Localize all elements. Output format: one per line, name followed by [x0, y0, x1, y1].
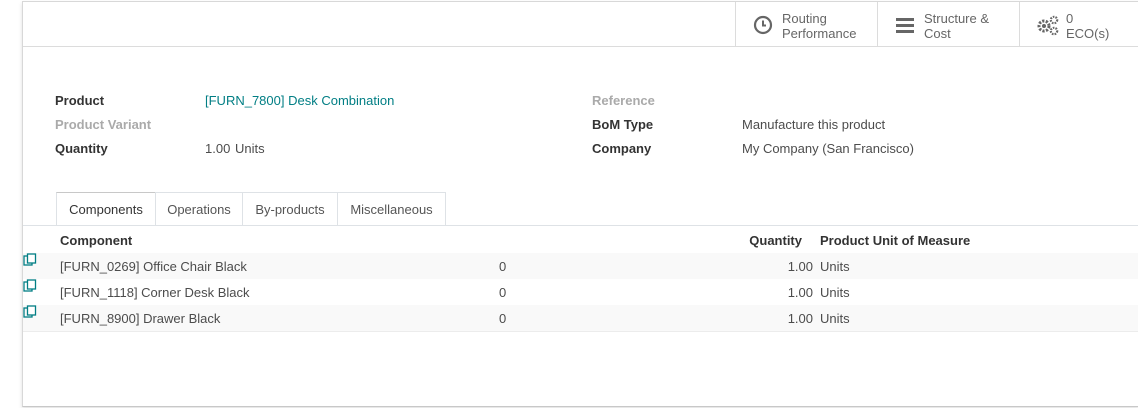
tab-components[interactable]: Components	[56, 192, 156, 226]
eco-label: ECO(s)	[1066, 26, 1110, 41]
component-quantity: 1.00	[787, 311, 813, 326]
routing-label-1: Routing	[782, 11, 827, 26]
table-header: Component Quantity Product Unit of Measu…	[23, 226, 1138, 255]
company-value[interactable]: My Company (San Francisco)	[742, 141, 914, 156]
structure-label-1: Structure &	[924, 11, 990, 26]
column-uom[interactable]: Product Unit of Measure	[820, 233, 970, 248]
table-body: [FURN_0269] Office Chair Black 0 1.00 Un…	[23, 253, 1138, 333]
column-quantity[interactable]: Quantity	[723, 233, 802, 248]
quantity-unit[interactable]: Units	[235, 141, 265, 156]
component-count: 0	[499, 259, 507, 274]
company-label: Company	[592, 141, 652, 156]
copy-icon[interactable]	[23, 253, 37, 267]
routing-label-2: Performance	[782, 26, 857, 41]
component-name: [FURN_8900] Drawer Black	[60, 311, 221, 326]
quantity-value[interactable]: 1.00	[205, 141, 230, 156]
tab-by-products[interactable]: By-products	[242, 192, 338, 225]
bom-type-value[interactable]: Manufacture this product	[742, 117, 885, 132]
component-quantity: 1.00	[787, 285, 813, 300]
component-name: [FURN_0269] Office Chair Black	[60, 259, 247, 274]
component-count: 0	[499, 311, 507, 326]
component-uom: Units	[820, 285, 850, 300]
quantity-label: Quantity	[55, 141, 108, 156]
reference-label: Reference	[592, 93, 655, 108]
component-quantity: 1.00	[787, 259, 813, 274]
eco-button[interactable]: 0 ECO(s)	[1019, 2, 1138, 46]
table-row[interactable]: [FURN_0269] Office Chair Black 0 1.00 Un…	[23, 253, 1138, 280]
tab-miscellaneous[interactable]: Miscellaneous	[337, 192, 446, 225]
table-row[interactable]: [FURN_8900] Drawer Black 0 1.00 Units	[23, 305, 1138, 332]
product-label: Product	[55, 93, 105, 108]
bom-type-label: BoM Type	[592, 117, 654, 132]
eco-count: 0	[1066, 11, 1074, 26]
component-uom: Units	[820, 311, 850, 326]
smart-button-box: Routing Performance Structure & Cost 0 E…	[23, 2, 1138, 47]
form-sheet: Routing Performance Structure & Cost 0 E…	[22, 1, 1138, 407]
component-name: [FURN_1118] Corner Desk Black	[60, 285, 250, 300]
component-count: 0	[499, 285, 507, 300]
list-icon	[896, 18, 914, 33]
copy-icon[interactable]	[23, 305, 37, 319]
component-uom: Units	[820, 259, 850, 274]
table-row[interactable]: [FURN_1118] Corner Desk Black 0 1.00 Uni…	[23, 279, 1138, 306]
gears-icon	[1037, 15, 1059, 36]
routing-performance-button[interactable]: Routing Performance	[735, 2, 877, 46]
product-variant-label: Product Variant	[55, 117, 152, 132]
column-component[interactable]: Component	[60, 233, 132, 248]
structure-label-2: Cost	[924, 26, 951, 41]
copy-icon[interactable]	[23, 279, 37, 293]
structure-cost-button[interactable]: Structure & Cost	[877, 2, 1019, 46]
tab-operations[interactable]: Operations	[155, 192, 243, 225]
clock-icon	[753, 15, 773, 35]
product-link[interactable]: [FURN_7800] Desk Combination	[205, 93, 394, 108]
